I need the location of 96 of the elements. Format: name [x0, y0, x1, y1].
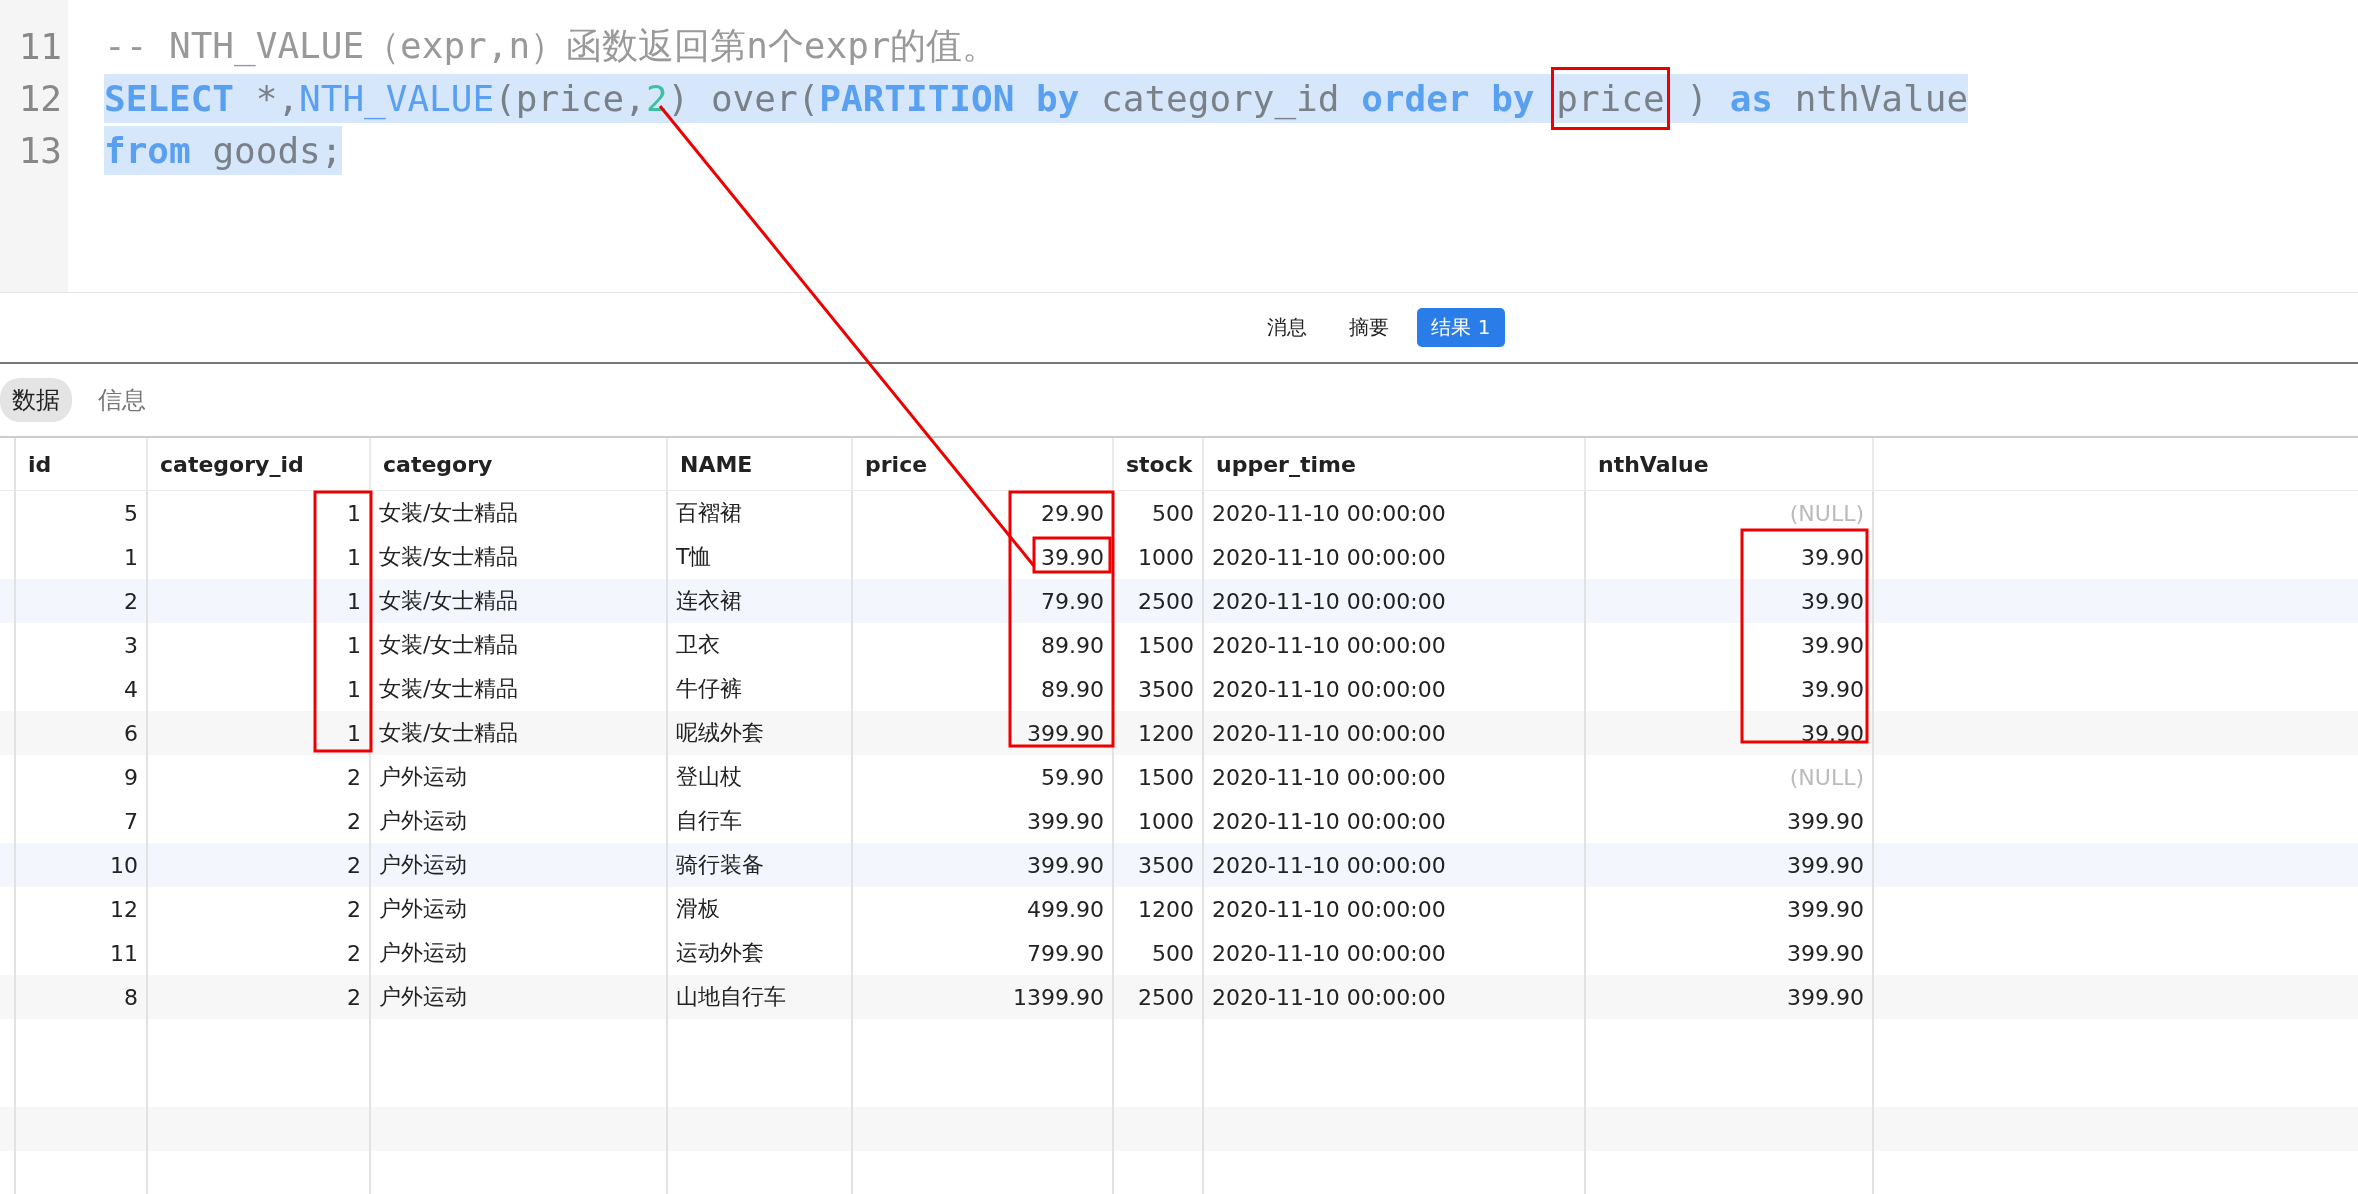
- table-cell: 2: [147, 755, 370, 799]
- sql-keyword: from: [104, 129, 191, 171]
- result-tab[interactable]: 结果 1: [1417, 308, 1505, 347]
- code-text: ): [1685, 77, 1709, 119]
- table-cell: 1: [147, 623, 370, 667]
- table-cell: 呢绒外套: [667, 711, 852, 755]
- table-cell: 1: [147, 490, 370, 535]
- table-cell: 12: [15, 887, 147, 931]
- table-cell: 登山杖: [667, 755, 852, 799]
- table-cell: 女装/女士精品: [370, 623, 667, 667]
- result-tab[interactable]: 摘要: [1335, 308, 1404, 347]
- table-cell: 2: [15, 579, 147, 623]
- table-cell: 3: [15, 623, 147, 667]
- table-cell: 2020-11-10 00:00:00: [1203, 623, 1585, 667]
- table-cell: 39.90: [1585, 623, 1873, 667]
- table-cell: 1200: [1113, 711, 1203, 755]
- sql-keyword: order by: [1361, 77, 1536, 119]
- table-cell: 1500: [1113, 623, 1203, 667]
- table-cell: 户外运动: [370, 975, 667, 1019]
- view-tab[interactable]: 数据: [0, 378, 72, 422]
- code-text: nthValue: [1793, 77, 1969, 119]
- table-cell: 1: [147, 579, 370, 623]
- table-cell: 卫衣: [667, 623, 852, 667]
- table-cell: 2020-11-10 00:00:00: [1203, 579, 1585, 623]
- code-text: category_id: [1100, 77, 1341, 119]
- table-cell: 399.90: [852, 711, 1113, 755]
- table-cell: 399.90: [1585, 887, 1873, 931]
- column-header[interactable]: upper_time: [1203, 438, 1585, 491]
- function-name: NTH_VALUE: [299, 77, 495, 119]
- sql-keyword: PARTITION by: [819, 77, 1080, 119]
- table-cell: 户外运动: [370, 843, 667, 887]
- code-text: price: [1556, 77, 1665, 119]
- column-header[interactable]: NAME: [667, 438, 852, 491]
- table-cell: 5: [15, 490, 147, 535]
- code-text: (price,: [494, 77, 646, 119]
- table-cell: 户外运动: [370, 887, 667, 931]
- table-cell: 399.90: [1585, 975, 1873, 1019]
- table-cell: 连衣裙: [667, 579, 852, 623]
- table-cell: 2500: [1113, 975, 1203, 1019]
- table-cell: 79.90: [852, 579, 1113, 623]
- table-cell: 1399.90: [852, 975, 1113, 1019]
- sql-keyword: SELECT: [104, 77, 235, 119]
- code-text: *,: [254, 77, 300, 119]
- table-cell: 29.90: [852, 490, 1113, 535]
- table-cell: 2020-11-10 00:00:00: [1203, 887, 1585, 931]
- table-cell: 2020-11-10 00:00:00: [1203, 755, 1585, 799]
- code-comment: -- NTH_VALUE（expr,n）函数返回第n个expr的值。: [104, 24, 999, 66]
- table-cell: 2020-11-10 00:00:00: [1203, 711, 1585, 755]
- table-cell: 2: [147, 975, 370, 1019]
- table-cell: 女装/女士精品: [370, 579, 667, 623]
- table-cell: 滑板: [667, 887, 852, 931]
- table-cell: (NULL): [1585, 490, 1873, 535]
- table-cell: (NULL): [1585, 755, 1873, 799]
- table-cell: 2020-11-10 00:00:00: [1203, 843, 1585, 887]
- table-cell: 户外运动: [370, 755, 667, 799]
- table-cell: 1200: [1113, 887, 1203, 931]
- table-cell: 39.90: [1585, 579, 1873, 623]
- sql-keyword: as: [1729, 77, 1773, 119]
- code-text: goods;: [211, 129, 343, 171]
- table-cell: 500: [1113, 490, 1203, 535]
- table-cell: 女装/女士精品: [370, 490, 667, 535]
- table-cell: 499.90: [852, 887, 1113, 931]
- table-cell: 3500: [1113, 843, 1203, 887]
- table-cell: 2020-11-10 00:00:00: [1203, 490, 1585, 535]
- table-cell: 399.90: [1585, 843, 1873, 887]
- table-cell: 2: [147, 843, 370, 887]
- code-text: ) over(: [667, 77, 820, 119]
- table-cell: 女装/女士精品: [370, 711, 667, 755]
- line-number: 13: [17, 129, 62, 171]
- column-header[interactable]: nthValue: [1585, 438, 1873, 491]
- number-literal: 2: [645, 77, 668, 119]
- table-cell: 399.90: [852, 843, 1113, 887]
- column-header[interactable]: id: [15, 438, 147, 491]
- table-cell: 8: [15, 975, 147, 1019]
- table-cell: 9: [15, 755, 147, 799]
- line-number: 12: [17, 77, 62, 119]
- table-cell: 89.90: [852, 623, 1113, 667]
- line-number: 11: [17, 25, 62, 67]
- view-tab[interactable]: 信息: [86, 378, 158, 422]
- table-cell: 2: [147, 887, 370, 931]
- column-header[interactable]: category: [370, 438, 667, 491]
- result-tab[interactable]: 消息: [1253, 308, 1322, 347]
- column-header[interactable]: price: [852, 438, 1113, 491]
- table-cell: 1: [147, 711, 370, 755]
- table-cell: 2500: [1113, 579, 1203, 623]
- table-cell: 6: [15, 711, 147, 755]
- column-header[interactable]: stock: [1113, 438, 1203, 491]
- table-cell: 59.90: [852, 755, 1113, 799]
- table-cell: 骑行装备: [667, 843, 852, 887]
- table-cell: 39.90: [1585, 711, 1873, 755]
- table-cell: 1500: [1113, 755, 1203, 799]
- table-cell: 10: [15, 843, 147, 887]
- table-cell: 2020-11-10 00:00:00: [1203, 975, 1585, 1019]
- table-cell: 山地自行车: [667, 975, 852, 1019]
- column-header[interactable]: category_id: [147, 438, 370, 491]
- table-cell: 百褶裙: [667, 490, 852, 535]
